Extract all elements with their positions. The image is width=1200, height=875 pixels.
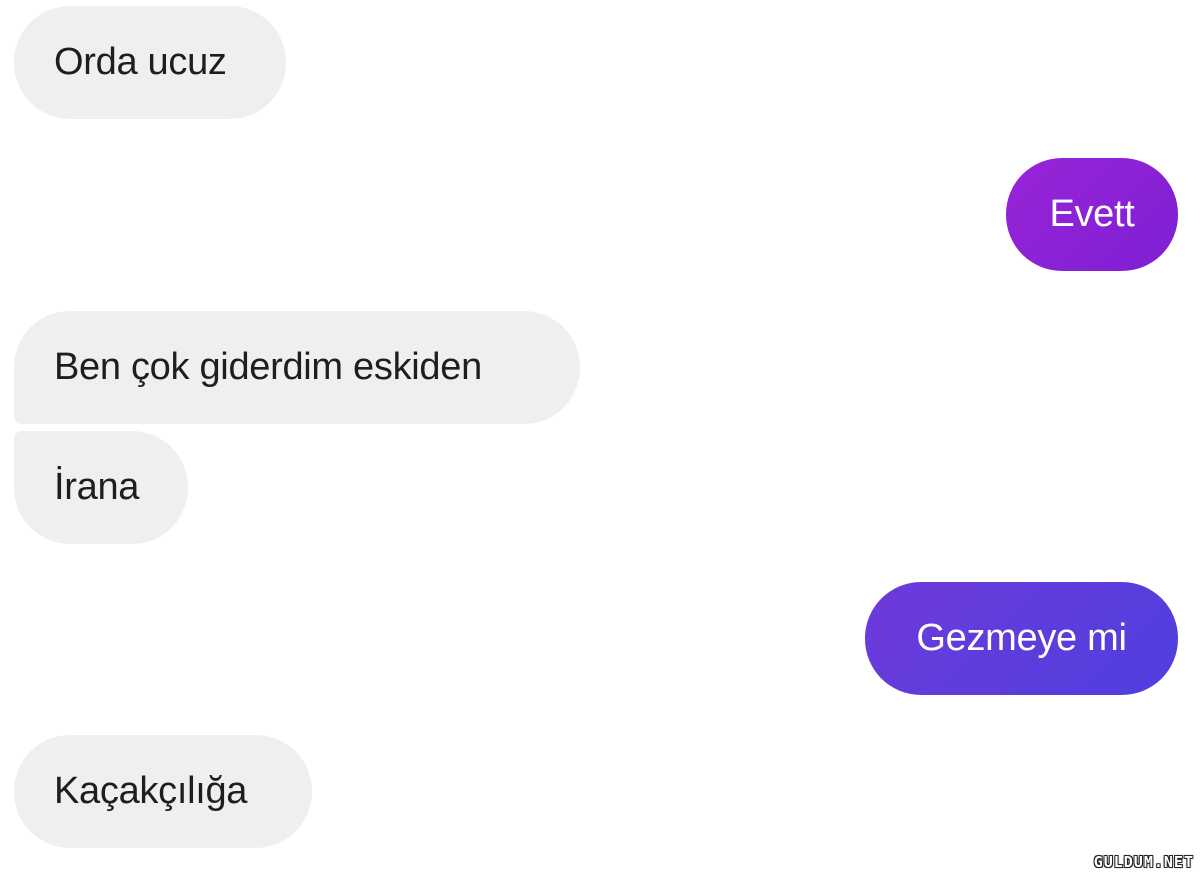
message-text: İrana [54,466,140,508]
incoming-message-bubble[interactable]: İrana [14,431,188,544]
incoming-message-bubble[interactable]: Orda ucuz [14,6,286,119]
outgoing-message-bubble[interactable]: Gezmeye mi [865,582,1178,695]
message-text: Ben çok giderdim eskiden [54,346,482,388]
incoming-message-bubble[interactable]: Ben çok giderdim eskiden [14,311,580,424]
chat-thread: Orda ucuz Evett Ben çok giderdim eskiden… [0,0,1200,875]
message-text: Kaçakçılığa [54,770,248,812]
incoming-message-bubble[interactable]: Kaçakçılığa [14,735,312,848]
message-text: Evett [1049,193,1135,235]
watermark-logo: GULDUM.NET [1093,853,1194,871]
outgoing-message-bubble[interactable]: Evett [1006,158,1178,271]
message-text: Gezmeye mi [916,617,1127,659]
message-text: Orda ucuz [54,41,227,83]
